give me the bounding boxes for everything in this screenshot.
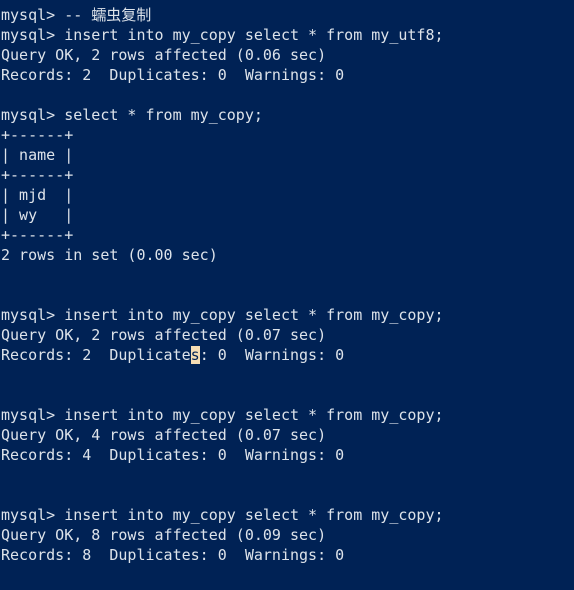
terminal-table-line: +------+ (1, 226, 74, 244)
terminal-result-line: 2 rows in set (0.00 sec) (1, 246, 218, 264)
terminal-result-line: Records: 4 Duplicates: 0 Warnings: 0 (1, 446, 345, 464)
terminal-result-line: Query OK, 8 rows affected (0.09 sec) (1, 526, 327, 544)
terminal-result-line: Query OK, 2 rows affected (0.06 sec) (1, 46, 327, 64)
terminal-prompt-line: mysql> insert into my_copy select * from… (1, 406, 444, 424)
terminal-prompt-line: mysql> -- 蠕虫复制 (1, 6, 152, 24)
terminal-prompt-line: mysql> insert into my_copy select * from… (1, 26, 444, 44)
terminal-table-line: | wy | (1, 206, 74, 224)
text-cursor-block[interactable]: s (190, 346, 200, 364)
terminal-table-line: | name | (1, 146, 74, 164)
terminal-prompt-line: mysql> select * from my_copy; (1, 106, 263, 124)
terminal-output: mysql> -- 蠕虫复制 mysql> insert into my_copy… (1, 5, 574, 590)
terminal-result-line: Records: 8 Duplicates: 0 Warnings: 0 (1, 546, 345, 564)
terminal-result-line: Records: 2 Duplicates: 0 Warnings: 0 (1, 66, 345, 84)
terminal-table-line: +------+ (1, 126, 74, 144)
terminal-prompt-line: mysql> insert into my_copy select * from… (1, 306, 444, 324)
terminal-text-before-cursor: Records: 2 Duplicate (1, 346, 191, 364)
terminal-result-line: Query OK, 2 rows affected (0.07 sec) (1, 326, 327, 344)
terminal-result-line: Query OK, 4 rows affected (0.07 sec) (1, 426, 327, 444)
terminal-prompt-line: mysql> insert into my_copy select * from… (1, 506, 444, 524)
terminal-text-after-cursor: : 0 Warnings: 0 (199, 346, 345, 364)
terminal-result-line-with-cursor: Records: 2 Duplicates: 0 Warnings: 0 (1, 345, 574, 365)
terminal-window[interactable]: mysql> -- 蠕虫复制 mysql> insert into my_copy… (0, 0, 574, 590)
terminal-table-line: | mjd | (1, 186, 74, 204)
terminal-table-line: +------+ (1, 166, 74, 184)
